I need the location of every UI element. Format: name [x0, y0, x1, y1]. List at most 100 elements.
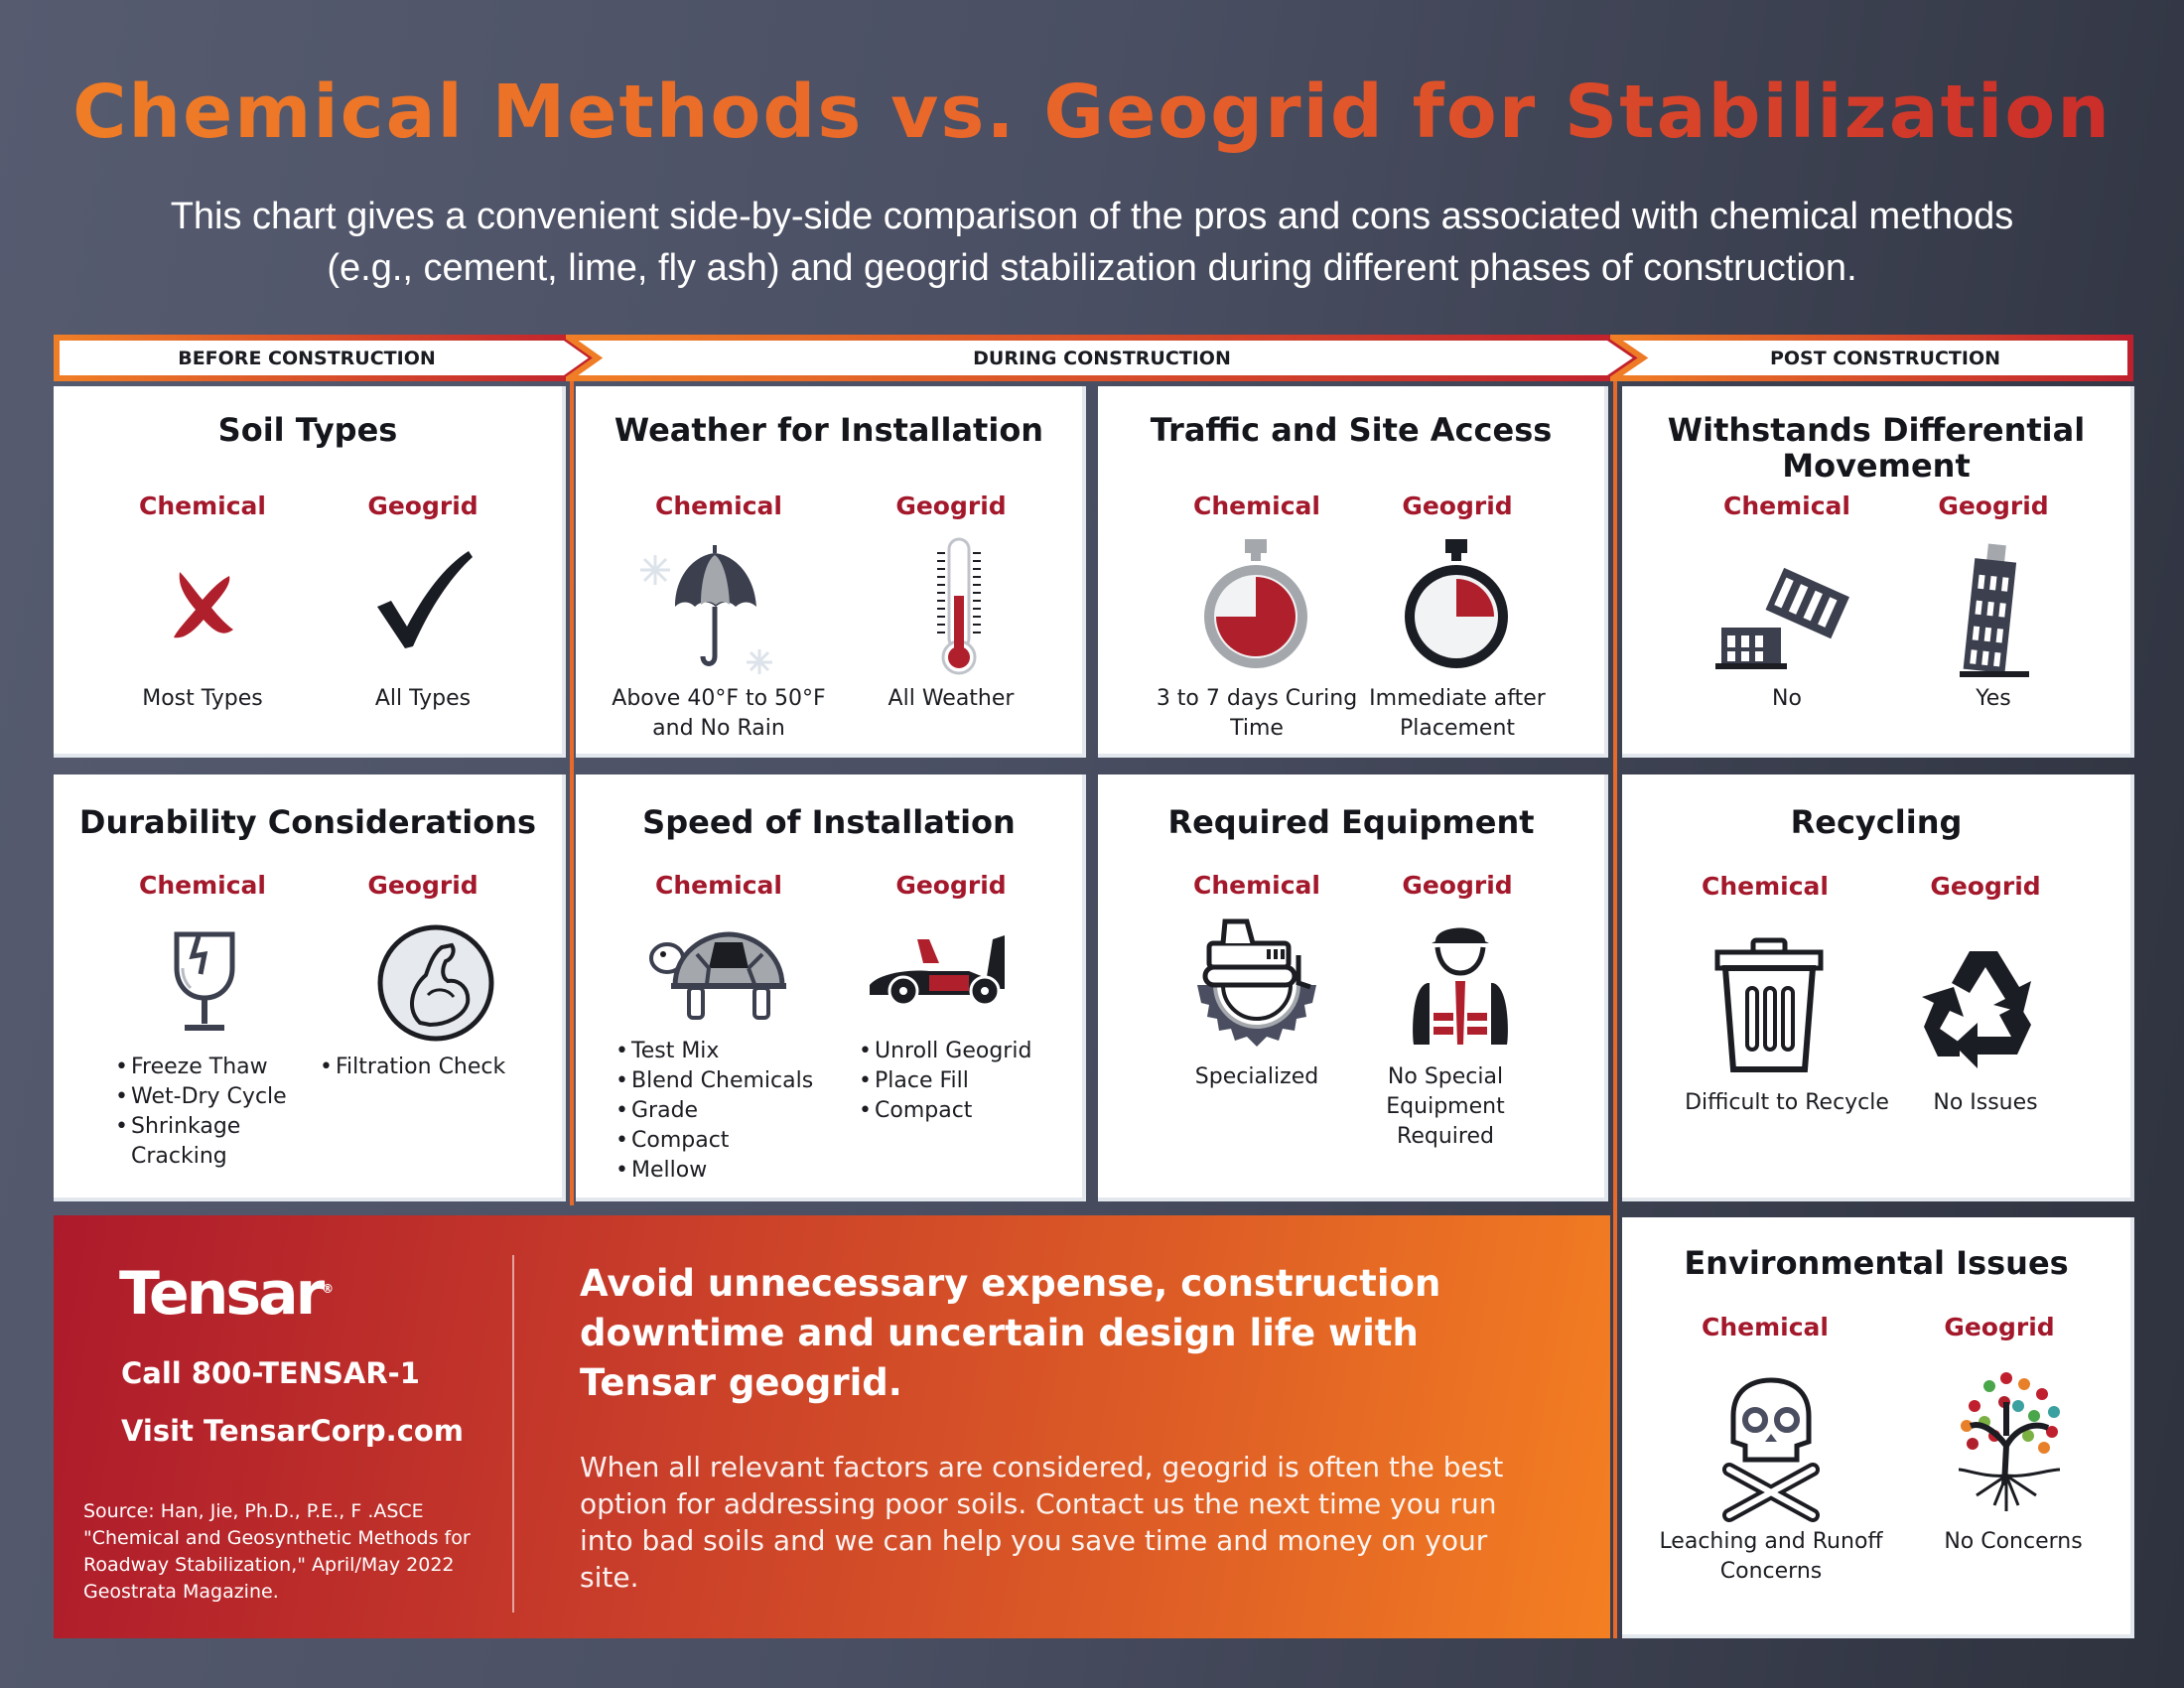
phase-label: BEFORE CONSTRUCTION [178, 348, 436, 369]
chemical-description: Specialized [1194, 1064, 1319, 1089]
card-title: Recycling [1790, 803, 1963, 841]
card-equipment: Required Equipment Chemical Geogrid Spec… [1098, 774, 1608, 1201]
card-title: Durability Considerations [78, 803, 537, 841]
chemical-label: Chemical [139, 871, 266, 900]
card-recycling: Recycling Chemical Geogrid Difficult to … [1622, 774, 2134, 1201]
phase-band-before: BEFORE CONSTRUCTION [54, 335, 600, 381]
geogrid-label: Geogrid [1402, 871, 1513, 900]
tensar-logo: Tensar® [119, 1259, 334, 1329]
geogrid-label: Geogrid [1944, 1313, 2055, 1341]
card-title: Environmental Issues [1684, 1244, 2069, 1282]
geogrid-label: Geogrid [1930, 872, 2041, 901]
worker-icon [1413, 927, 1508, 1045]
bullet-item: Shrinkage Cracking [115, 1112, 314, 1172]
chemical-label: Chemical [655, 871, 782, 900]
geogrid-description: Immediate after Placement [1369, 686, 1546, 741]
bullet-item: Compact [615, 1126, 844, 1156]
geogrid-description: No Concerns [1944, 1529, 2083, 1554]
geogrid-bullets: Unroll Geogrid Place Fill Compact [859, 1037, 1077, 1126]
bullet-item: Test Mix [615, 1037, 844, 1066]
card-speed: Speed of Installation Chemical Geogrid T… [576, 774, 1086, 1201]
page-title: Chemical Methods vs. Geogrid for Stabili… [0, 70, 2184, 155]
source-citation: Source: Han, Jie, Ph.D., P.E., F .ASCE "… [83, 1500, 471, 1603]
geogrid-description: No Issues [1933, 1090, 2038, 1115]
website-link[interactable]: Visit TensarCorp.com [121, 1414, 464, 1448]
chemical-label: Chemical [139, 492, 266, 520]
phase-band-post: POST CONSTRUCTION [1610, 335, 2134, 381]
page-subtitle: This chart gives a convenient side-by-si… [170, 196, 2014, 289]
bullet-item: Grade [615, 1096, 844, 1126]
card-traffic: Traffic and Site Access Chemical Geogrid… [1098, 386, 1608, 758]
card-differential-movement: Withstands Differential Movement Chemica… [1622, 386, 2134, 758]
geogrid-bullets: Filtration Check [320, 1053, 548, 1082]
bullet-item: Wet-Dry Cycle [115, 1082, 314, 1112]
card-title: Traffic and Site Access [1150, 411, 1553, 449]
chemical-label: Chemical [655, 492, 782, 520]
card-title: Withstands Differential Movement [1667, 411, 2086, 485]
recycle-icon [1922, 951, 2031, 1068]
geogrid-label: Geogrid [1402, 492, 1513, 520]
banner-body: When all relevant factors are considered… [580, 1451, 1504, 1594]
phase-divider [570, 381, 574, 1205]
phase-label: DURING CONSTRUCTION [973, 348, 1231, 369]
geogrid-label: Geogrid [1938, 492, 2049, 520]
race-car-icon [870, 935, 1005, 1007]
bullet-item: Freeze Thaw [115, 1053, 314, 1082]
geogrid-label: Geogrid [367, 492, 478, 520]
chemical-description: Above 40°F to 50°F and No Rain [612, 686, 826, 741]
bullet-item: Compact [859, 1096, 1077, 1126]
chemical-label: Chemical [1723, 492, 1850, 520]
banner-divider [512, 1255, 514, 1613]
checkmark-icon [377, 551, 473, 648]
card-title: Required Equipment [1167, 803, 1535, 841]
bulldozer-gear-icon [1197, 918, 1316, 1047]
chemical-description: Most Types [142, 686, 263, 711]
geogrid-label: Geogrid [895, 871, 1007, 900]
x-mark-icon [174, 572, 233, 638]
bullet-item: Place Fill [859, 1066, 1077, 1096]
skull-crossbones-icon [1722, 1377, 1820, 1522]
geogrid-description: All Types [374, 686, 472, 711]
chemical-label: Chemical [1193, 871, 1320, 900]
strong-arm-icon [377, 924, 494, 1042]
chemical-label: Chemical [1193, 492, 1320, 520]
logo-text: Tensar [119, 1259, 325, 1329]
card-environmental: Environmental Issues Chemical Geogrid Le… [1622, 1217, 2134, 1638]
phase-divider [1613, 381, 1617, 1638]
tree-icon [1958, 1372, 2061, 1511]
card-weather: Weather for Installation Chemical Geogri… [576, 386, 1086, 758]
promo-banner: Tensar® Call 800-TENSAR-1 Visit TensarCo… [54, 1215, 1610, 1638]
chemical-label: Chemical [1702, 872, 1829, 901]
leaning-tower-icon [1960, 543, 2029, 677]
banner-headline: Avoid unnecessary expense, construction … [580, 1262, 1441, 1404]
chemical-bullets: Test Mix Blend Chemicals Grade Compact M… [615, 1037, 844, 1186]
bullet-item: Unroll Geogrid [859, 1037, 1077, 1066]
geogrid-label: Geogrid [895, 492, 1007, 520]
geogrid-description: Yes [1976, 686, 2011, 711]
card-soil-types: Soil Types Chemical Geogrid Most Types A… [54, 386, 566, 758]
trash-can-icon [1714, 937, 1824, 1072]
geogrid-description: No Special Equipment Required [1386, 1064, 1505, 1149]
geogrid-description: All Weather [887, 686, 1015, 711]
chemical-label: Chemical [1702, 1313, 1829, 1341]
registered-mark: ® [322, 1282, 335, 1296]
umbrella-snow-icon [640, 545, 772, 674]
turtle-icon [649, 931, 786, 1020]
chemical-description: No [1772, 686, 1802, 711]
fragile-glass-icon [174, 931, 235, 1031]
phase-label: POST CONSTRUCTION [1769, 348, 2001, 369]
bullet-item: Blend Chemicals [615, 1066, 844, 1096]
chemical-description: Leaching and Runoff Concerns [1659, 1529, 1883, 1584]
stopwatch-icon [1204, 539, 1307, 668]
phase-band-during: DURING CONSTRUCTION [566, 335, 1644, 381]
phone-link[interactable]: Call 800-TENSAR-1 [121, 1356, 420, 1390]
card-title: Speed of Installation [642, 803, 1016, 841]
stopwatch-icon [1405, 539, 1508, 668]
thermometer-icon [937, 537, 981, 675]
card-title: Weather for Installation [614, 411, 1044, 449]
card-title: Soil Types [217, 411, 398, 449]
card-durability: Durability Considerations Chemical Geogr… [54, 774, 566, 1201]
chemical-bullets: Freeze Thaw Wet-Dry Cycle Shrinkage Crac… [115, 1053, 314, 1172]
geogrid-label: Geogrid [367, 871, 478, 900]
bullet-item: Filtration Check [320, 1053, 548, 1082]
